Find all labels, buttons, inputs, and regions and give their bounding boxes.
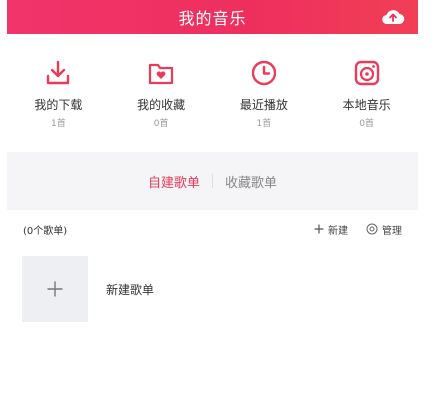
cloud-upload-button[interactable] [380,5,406,27]
new-label: 新建 [328,225,348,237]
playlist-count: (0个歌单) [23,225,68,237]
music-shortcuts: 我的下载 1首 我的收藏 0首 最近播放 1首 本地音乐 0首 [7,50,418,140]
manage-icon [366,223,378,235]
shortcut-downloads[interactable]: 我的下载 1首 [7,50,110,140]
playlist-toolbar: (0个歌单) 新建 管理 [7,216,418,242]
download-icon [47,60,70,85]
favorite-folder-icon [149,63,174,85]
shortcut-recent[interactable]: 最近播放 1首 [213,50,316,140]
create-playlist-label: 新建歌单 [106,282,155,297]
shortcut-favorites[interactable]: 我的收藏 0首 [110,50,213,140]
clock-icon [251,60,277,86]
shortcut-count: 1首 [51,119,66,129]
create-playlist-row[interactable]: 新建歌单 [22,256,154,322]
header-bar: 我的音乐 [7,0,418,34]
manage-label: 管理 [382,225,402,237]
plus-icon [314,224,324,234]
tab-created-playlists[interactable]: 自建歌单 [136,172,212,191]
shortcut-label: 本地音乐 [342,98,391,112]
shortcut-count: 0首 [153,119,169,129]
local-music-icon [354,60,379,86]
shortcut-count: 0首 [359,119,374,129]
plus-icon [47,281,63,297]
shortcut-count: 1首 [256,119,272,129]
shortcut-label: 我的下载 [34,98,83,112]
shortcut-local[interactable]: 本地音乐 0首 [315,50,418,140]
create-playlist-tile[interactable] [22,256,88,322]
manage-button[interactable]: 管理 [366,222,402,237]
playlist-tabs: 自建歌单 收藏歌单 [7,152,418,210]
shortcut-label: 最近播放 [239,98,288,112]
page-title: 我的音乐 [178,9,247,28]
shortcut-label: 我的收藏 [137,98,186,112]
tab-collected-playlists[interactable]: 收藏歌单 [213,172,289,191]
new-playlist-button[interactable]: 新建 [314,222,348,237]
cloud-upload-icon [382,10,405,25]
